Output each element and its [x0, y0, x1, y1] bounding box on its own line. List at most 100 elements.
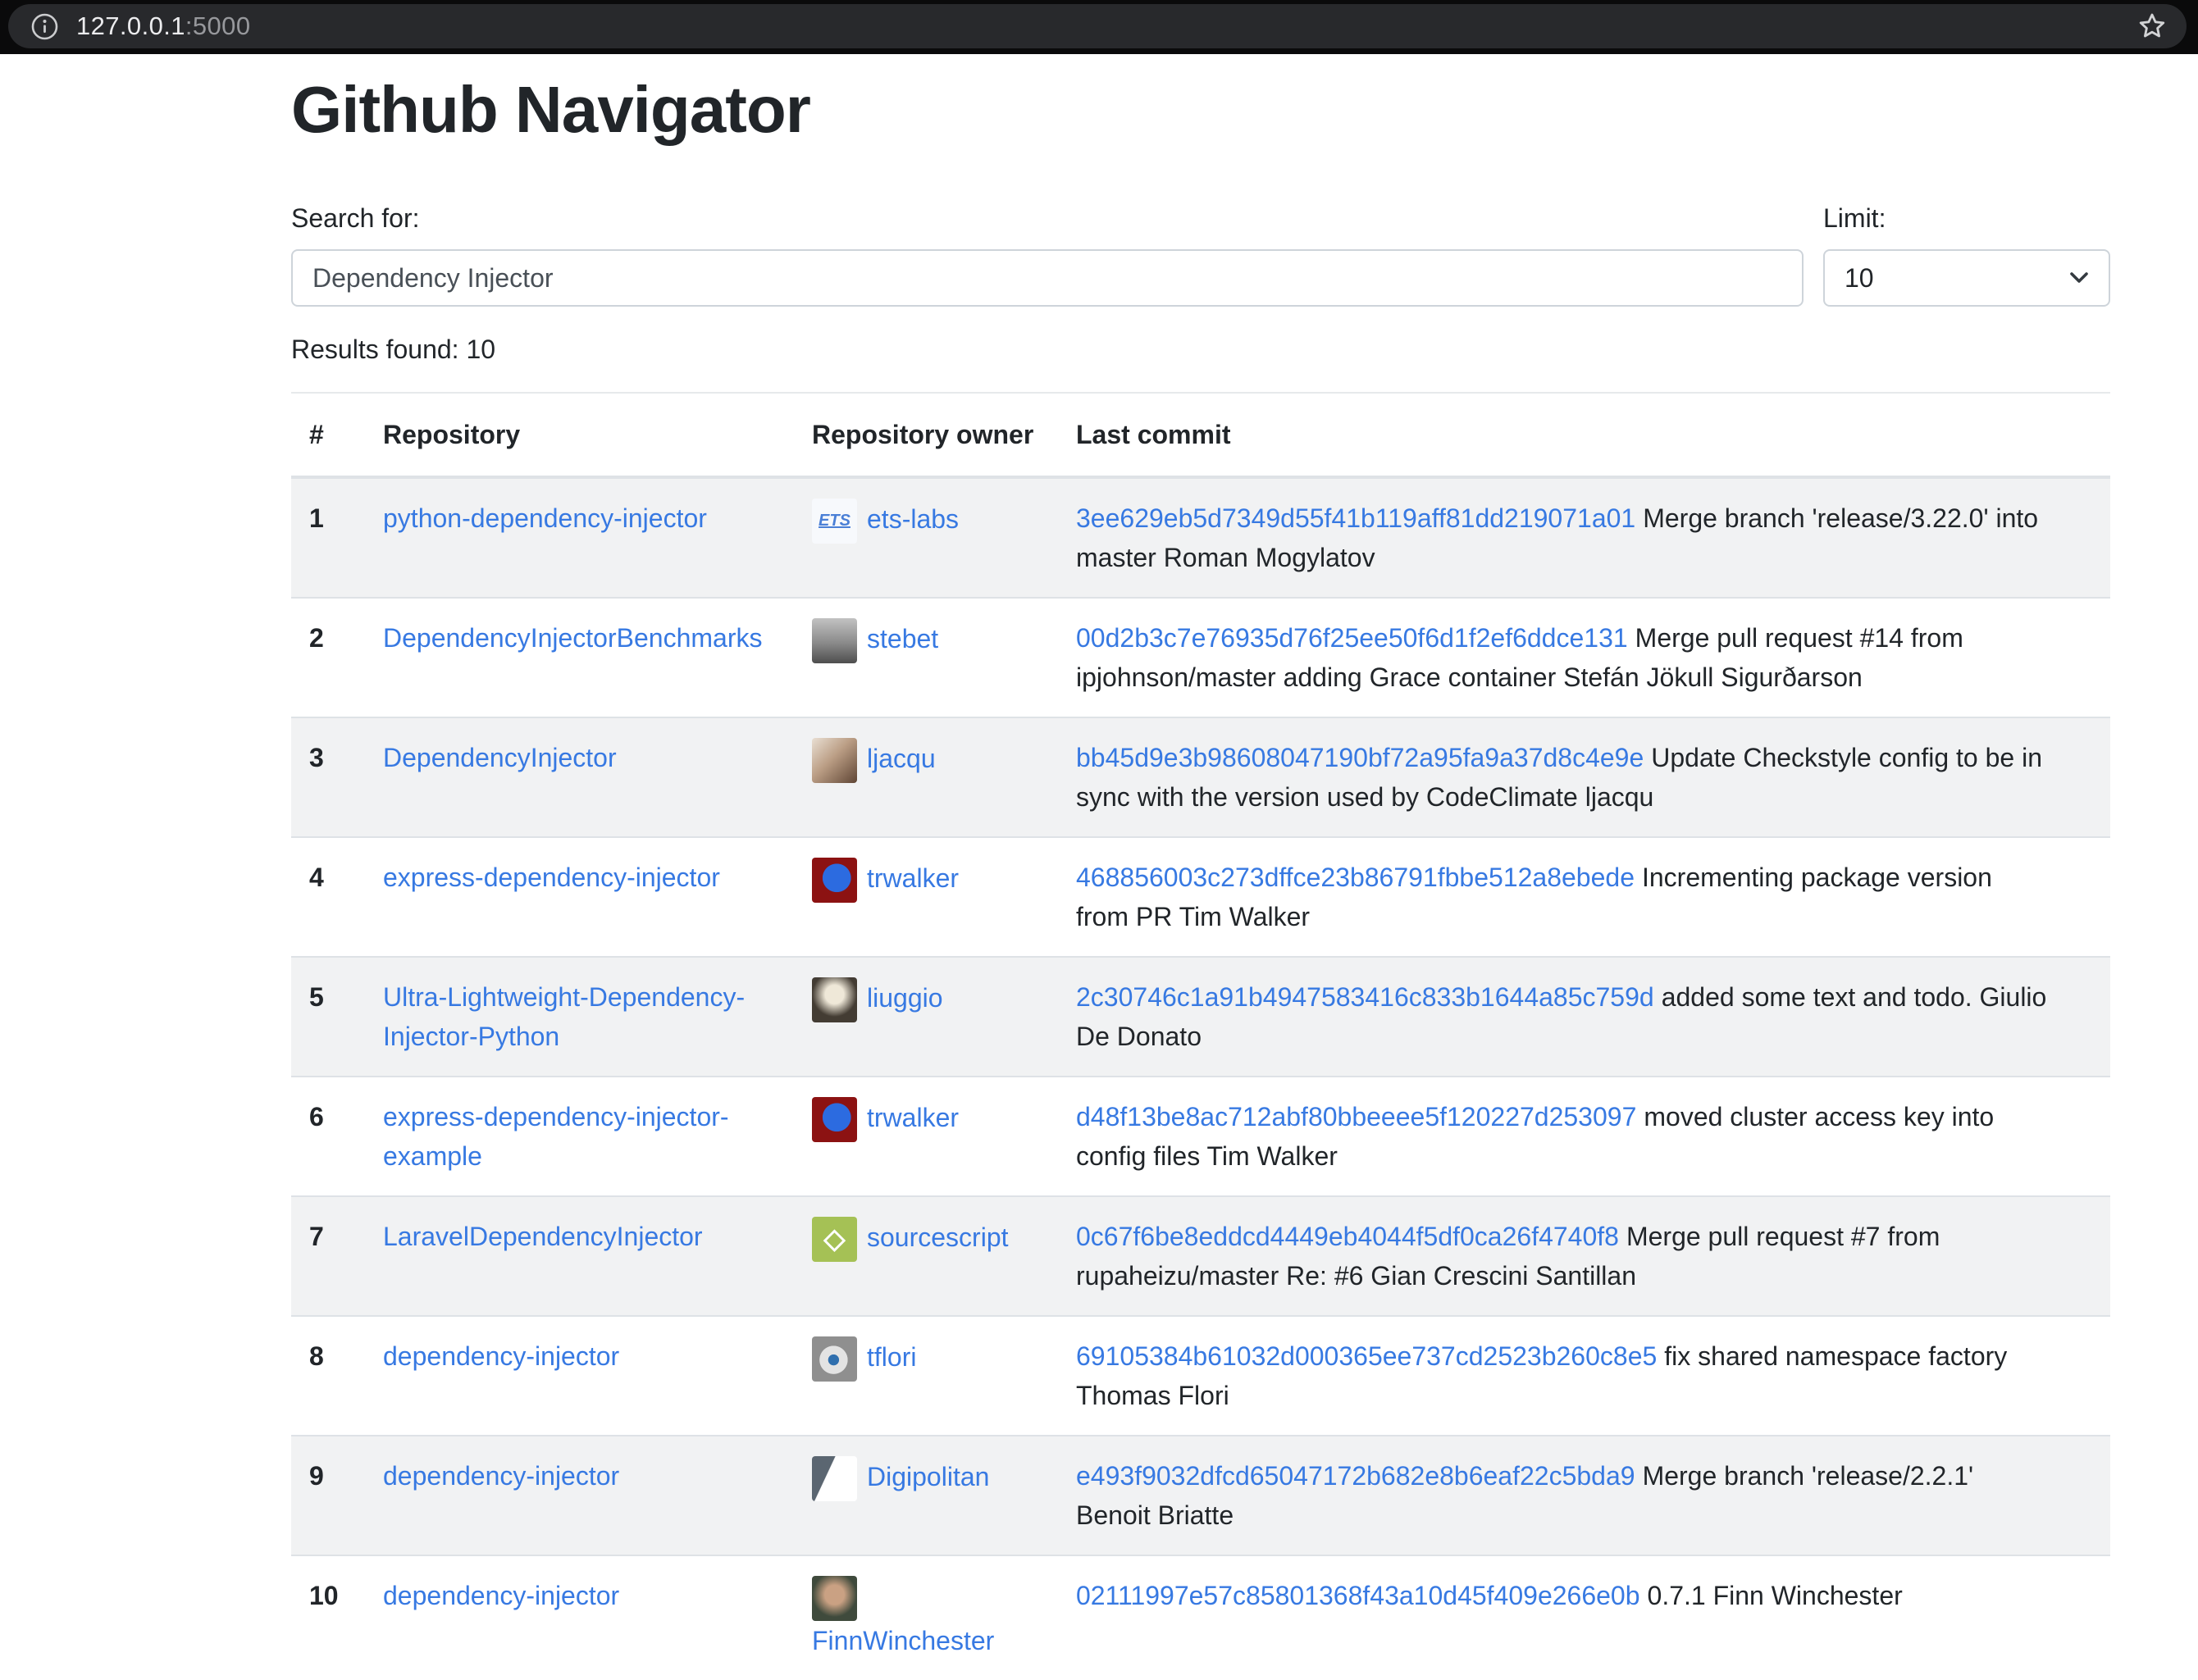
owner-link[interactable]: liuggio [867, 983, 943, 1013]
commit-message: 0.7.1 Finn Winchester [1648, 1581, 1903, 1610]
table-row: 5 Ultra-Lightweight-Dependency-Injector-… [291, 957, 2110, 1077]
owner-avatar [812, 618, 857, 663]
table-row: 9 dependency-injector Digipolitan e493f9… [291, 1436, 2110, 1555]
limit-group: Limit: 10 [1823, 198, 2110, 307]
commit-hash-link[interactable]: d48f13be8ac712abf80bbeeee5f120227d253097 [1076, 1102, 1636, 1131]
search-label: Search for: [291, 198, 1804, 238]
page-content: Github Navigator Search for: Limit: 10 R… [0, 54, 2198, 1680]
commit-hash-link[interactable]: 00d2b3c7e76935d76f25ee50f6d1f2ef6ddce131 [1076, 623, 1628, 653]
info-icon[interactable] [31, 13, 58, 40]
search-input[interactable] [291, 249, 1804, 307]
repository-link[interactable]: express-dependency-injector-example [383, 1102, 729, 1171]
results-table: #RepositoryRepository ownerLast commit 1… [291, 394, 2110, 1680]
commit-cell: 3ee629eb5d7349d55f41b119aff81dd219071a01… [1058, 477, 2110, 598]
repository-cell: dependency-injector [365, 1316, 794, 1436]
repository-link[interactable]: express-dependency-injector [383, 863, 720, 892]
repository-cell: DependencyInjector [365, 717, 794, 837]
table-row: 7 LaravelDependencyInjector ◇ sourcescrip… [291, 1196, 2110, 1316]
owner-avatar [812, 1576, 857, 1621]
owner-link[interactable]: trwalker [867, 863, 959, 893]
owner-avatar [812, 738, 857, 783]
owner-avatar [812, 1456, 857, 1501]
limit-select[interactable]: 10 [1823, 249, 2110, 307]
commit-cell: 69105384b61032d000365ee737cd2523b260c8e5… [1058, 1316, 2110, 1436]
row-number: 9 [291, 1436, 365, 1555]
owner-link[interactable]: ets-labs [867, 504, 959, 534]
repository-link[interactable]: LaravelDependencyInjector [383, 1222, 703, 1251]
owner-cell: stebet [794, 598, 1058, 717]
commit-cell: 02111997e57c85801368f43a10d45f409e266e0b… [1058, 1555, 2110, 1680]
repository-cell: DependencyInjectorBenchmarks [365, 598, 794, 717]
table-header-row: #RepositoryRepository ownerLast commit [291, 394, 2110, 477]
row-number: 7 [291, 1196, 365, 1316]
owner-cell: trwalker [794, 837, 1058, 957]
commit-hash-link[interactable]: 69105384b61032d000365ee737cd2523b260c8e5 [1076, 1341, 1657, 1371]
repository-link[interactable]: Ultra-Lightweight-Dependency-Injector-Py… [383, 982, 745, 1051]
commit-cell: 0c67f6be8eddcd4449eb4044f5df0ca26f4740f8… [1058, 1196, 2110, 1316]
owner-link[interactable]: tflori [867, 1342, 916, 1372]
repository-link[interactable]: python-dependency-injector [383, 503, 707, 533]
table-row: 2 DependencyInjectorBenchmarks stebet 00… [291, 598, 2110, 717]
owner-cell: tflori [794, 1316, 1058, 1436]
owner-cell: FinnWinchester [794, 1555, 1058, 1680]
search-form: Search for: Limit: 10 [291, 198, 2110, 307]
commit-cell: 00d2b3c7e76935d76f25ee50f6d1f2ef6ddce131… [1058, 598, 2110, 717]
repository-cell: python-dependency-injector [365, 477, 794, 598]
row-number: 10 [291, 1555, 365, 1680]
owner-avatar [812, 1336, 857, 1382]
owner-avatar [812, 858, 857, 903]
commit-hash-link[interactable]: 02111997e57c85801368f43a10d45f409e266e0b [1076, 1581, 1640, 1610]
owner-link[interactable]: stebet [867, 624, 938, 653]
row-number: 4 [291, 837, 365, 957]
repository-cell: dependency-injector [365, 1555, 794, 1680]
browser-address-bar: 127.0.0.1:5000 [0, 0, 2198, 54]
repository-link[interactable]: DependencyInjectorBenchmarks [383, 623, 762, 653]
page-title: Github Navigator [291, 71, 2110, 149]
owner-link[interactable]: Digipolitan [867, 1462, 989, 1491]
owner-cell: trwalker [794, 1077, 1058, 1196]
column-header-0: # [291, 394, 365, 477]
table-row: 10 dependency-injector FinnWinchester 02… [291, 1555, 2110, 1680]
commit-cell: d48f13be8ac712abf80bbeeee5f120227d253097… [1058, 1077, 2110, 1196]
table-row: 6 express-dependency-injector-example tr… [291, 1077, 2110, 1196]
row-number: 2 [291, 598, 365, 717]
owner-cell: liuggio [794, 957, 1058, 1077]
owner-cell: Digipolitan [794, 1436, 1058, 1555]
owner-avatar [812, 977, 857, 1022]
commit-hash-link[interactable]: 2c30746c1a91b4947583416c833b1644a85c759d [1076, 982, 1654, 1012]
repository-cell: dependency-injector [365, 1436, 794, 1555]
commit-hash-link[interactable]: 468856003c273dffce23b86791fbbe512a8ebede [1076, 863, 1635, 892]
repository-cell: LaravelDependencyInjector [365, 1196, 794, 1316]
owner-avatar: ◇ [812, 1217, 857, 1262]
owner-link[interactable]: trwalker [867, 1103, 959, 1132]
owner-cell: ◇ sourcescript [794, 1196, 1058, 1316]
table-row: 1 python-dependency-injector ETSets-labs… [291, 477, 2110, 598]
column-header-1: Repository [365, 394, 794, 477]
bookmark-star-icon[interactable] [2136, 10, 2168, 43]
url-text[interactable]: 127.0.0.1:5000 [76, 7, 250, 46]
repository-link[interactable]: dependency-injector [383, 1581, 619, 1610]
row-number: 6 [291, 1077, 365, 1196]
column-header-2: Repository owner [794, 394, 1058, 477]
repository-link[interactable]: dependency-injector [383, 1461, 619, 1491]
search-group: Search for: [291, 198, 1804, 307]
commit-hash-link[interactable]: 0c67f6be8eddcd4449eb4044f5df0ca26f4740f8 [1076, 1222, 1619, 1251]
row-number: 3 [291, 717, 365, 837]
column-header-3: Last commit [1058, 394, 2110, 477]
chevron-down-icon [2069, 271, 2089, 285]
owner-link[interactable]: sourcescript [867, 1222, 1009, 1252]
owner-link[interactable]: FinnWinchester [812, 1626, 994, 1655]
address-pill[interactable]: 127.0.0.1:5000 [8, 4, 2187, 48]
commit-hash-link[interactable]: e493f9032dfcd65047172b682e8b6eaf22c5bda9 [1076, 1461, 1635, 1491]
owner-link[interactable]: ljacqu [867, 744, 936, 773]
repository-cell: Ultra-Lightweight-Dependency-Injector-Py… [365, 957, 794, 1077]
commit-hash-link[interactable]: bb45d9e3b98608047190bf72a95fa9a37d8c4e9e [1076, 743, 1644, 772]
url-port: :5000 [185, 11, 251, 40]
repository-link[interactable]: dependency-injector [383, 1341, 619, 1371]
table-row: 8 dependency-injector tflori 69105384b61… [291, 1316, 2110, 1436]
commit-hash-link[interactable]: 3ee629eb5d7349d55f41b119aff81dd219071a01 [1076, 503, 1635, 533]
url-host: 127.0.0.1 [76, 11, 185, 40]
repository-link[interactable]: DependencyInjector [383, 743, 617, 772]
table-row: 3 DependencyInjector ljacqu bb45d9e3b986… [291, 717, 2110, 837]
owner-cell: ljacqu [794, 717, 1058, 837]
